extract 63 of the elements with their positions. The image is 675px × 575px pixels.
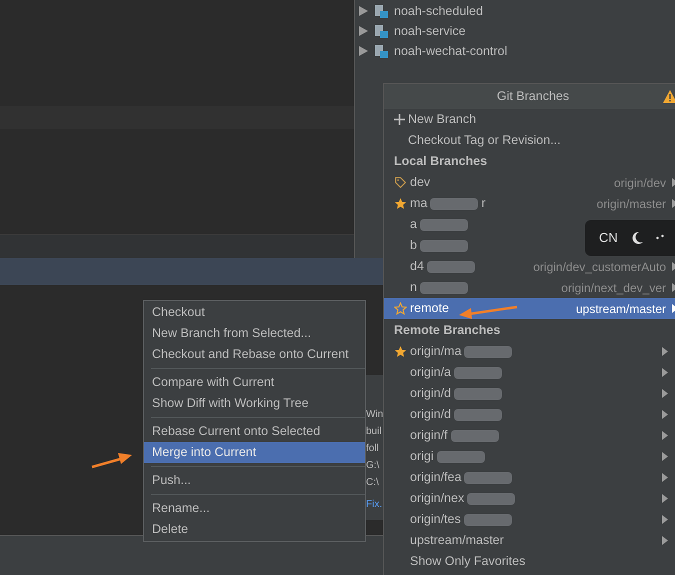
menu-item[interactable]: Rebase Current onto Selected: [144, 421, 365, 442]
plus-icon: [394, 114, 405, 125]
module-label[interactable]: noah-scheduled: [394, 2, 483, 20]
branch-item[interactable]: upstream/master: [384, 530, 675, 551]
expand-arrow-icon[interactable]: [359, 26, 368, 36]
notification-text: foll: [365, 442, 379, 456]
menu-item[interactable]: Checkout and Rebase onto Current: [144, 344, 365, 365]
module-label[interactable]: noah-service: [394, 22, 466, 40]
submenu-arrow-icon: [662, 494, 668, 503]
branch-item[interactable]: origin/nex: [384, 488, 675, 509]
branch-item[interactable]: origin/d: [384, 383, 675, 404]
popup-action[interactable]: New Branch: [384, 109, 675, 130]
branch-item[interactable]: origin/fea: [384, 467, 675, 488]
section-heading: Remote Branches: [393, 322, 502, 339]
menu-item[interactable]: Push...: [144, 470, 365, 491]
notification-text: buil: [365, 425, 382, 439]
arrow-annotation: [90, 453, 134, 469]
branch-item[interactable]: origi: [384, 446, 675, 467]
submenu-arrow-icon: [662, 431, 668, 440]
menu-item[interactable]: New Branch from Selected...: [144, 323, 365, 344]
section-heading: Local Branches: [393, 153, 488, 170]
notification-text: C:\: [365, 476, 379, 490]
module-folder-icon: [374, 44, 388, 58]
submenu-arrow-icon: [662, 452, 668, 461]
branch-item[interactable]: dev origin/dev: [384, 172, 675, 193]
arrow-annotation: [457, 305, 519, 319]
module-label[interactable]: noah-wechat-control: [394, 42, 508, 60]
notification-text: G:\: [365, 459, 380, 473]
submenu-arrow-icon: [662, 347, 668, 356]
show-only-favorites[interactable]: Show Only Favorites: [384, 551, 675, 572]
menu-item[interactable]: Show Diff with Working Tree: [144, 393, 365, 414]
submenu-arrow-icon: [662, 389, 668, 398]
branch-item[interactable]: origin/ma: [384, 341, 675, 362]
expand-arrow-icon[interactable]: [359, 6, 368, 16]
branch-item[interactable]: n origin/next_dev_ver: [384, 277, 675, 298]
popup-title: Git Branches: [496, 88, 570, 106]
submenu-arrow-icon: [662, 515, 668, 524]
branch-item[interactable]: d4 origin/dev_customerAuto: [384, 256, 675, 277]
submenu-arrow-icon: [662, 473, 668, 482]
branch-item[interactable]: remote upstream/master: [384, 298, 675, 319]
notification-text: Win: [365, 408, 384, 422]
expand-arrow-icon[interactable]: [359, 46, 368, 56]
menu-item[interactable]: Compare with Current: [144, 372, 365, 393]
module-folder-icon: [374, 4, 388, 18]
moon-icon[interactable]: [630, 231, 644, 245]
branch-item[interactable]: origin/d: [384, 404, 675, 425]
module-folder-icon: [374, 24, 388, 38]
ime-language[interactable]: CN: [599, 228, 618, 248]
menu-item[interactable]: Checkout: [144, 302, 365, 323]
branch-item[interactable]: origin/a: [384, 362, 675, 383]
branch-item[interactable]: a: [384, 214, 472, 235]
fix-link[interactable]: Fix.: [362, 497, 382, 512]
menu-item[interactable]: Delete: [144, 519, 365, 540]
submenu-arrow-icon: [662, 368, 668, 377]
submenu-arrow-icon: [662, 410, 668, 419]
branch-item[interactable]: b: [384, 235, 472, 256]
menu-item[interactable]: Merge into Current: [144, 442, 365, 463]
submenu-arrow-icon: [662, 536, 668, 545]
popup-action[interactable]: Checkout Tag or Revision...: [384, 130, 675, 151]
branch-item[interactable]: origin/f: [384, 425, 675, 446]
branch-item[interactable]: origin/tes: [384, 509, 675, 530]
menu-item[interactable]: Rename...: [144, 498, 365, 519]
branch-item[interactable]: ma r origin/master: [384, 193, 675, 214]
